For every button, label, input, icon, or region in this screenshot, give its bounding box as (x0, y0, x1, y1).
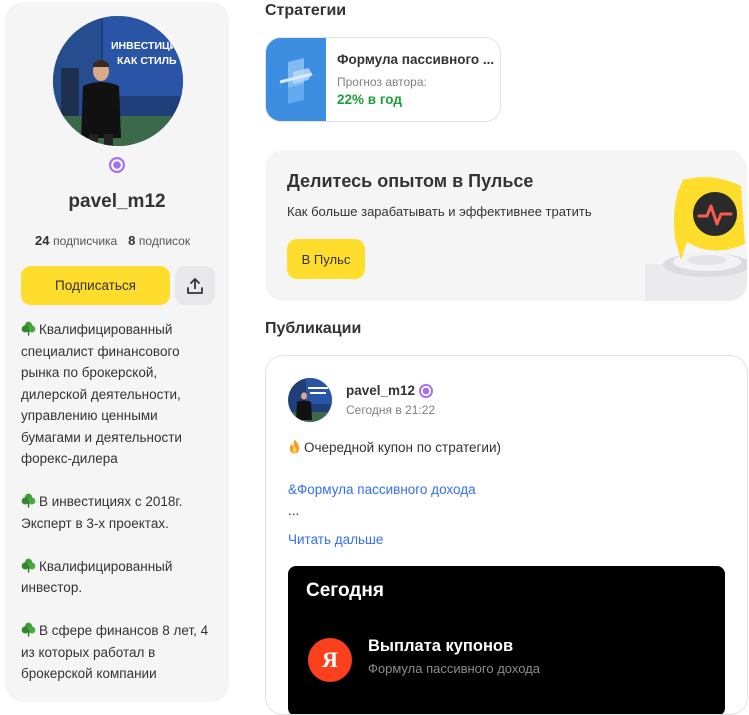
banner-text-line-1: ИНВЕСТИЦИ (111, 40, 177, 52)
subscribers-count[interactable]: 24 (35, 233, 49, 248)
bio-text: Квалифицированный инвестор. (21, 558, 173, 596)
strategy-thumbnail (266, 38, 326, 121)
strategy-name: Формула пассивного ... (337, 52, 495, 67)
bio-text: Квалифицированный специалист финансового… (21, 322, 182, 466)
verified-badge-icon (109, 157, 125, 173)
subscriptions-label[interactable]: подписок (139, 234, 190, 248)
strategy-card[interactable]: Формула пассивного ... Прогноз автора: 2… (265, 37, 501, 122)
profile-bio: Квалифицированный специалист финансового… (21, 319, 221, 706)
strategy-forecast-label: Прогноз автора: (337, 75, 427, 89)
bio-paragraph: В сфере финансов 8 лет, 4 из которых раб… (21, 620, 221, 685)
post-time: Сегодня в 21:22 (346, 403, 436, 417)
bio-paragraph: Квалифицированный инвестор. (21, 556, 221, 599)
post-author-avatar[interactable] (288, 378, 332, 422)
profile-username: pavel_m12 (68, 191, 166, 212)
pulse-promo-banner: Делитесь опытом в Пульсе Как больше зара… (265, 150, 747, 301)
bio-paragraph: В инвестициях с 2018г. Эксперт в 3-х про… (21, 491, 221, 534)
bio-text: В сфере финансов 8 лет, 4 из которых раб… (21, 623, 209, 681)
verified-badge-icon (419, 384, 433, 398)
coupon-card: Сегодня Я Выплата купонов Формула пассив… (288, 566, 725, 714)
clover-icon (21, 321, 36, 336)
strategy-logo-icon (266, 38, 326, 121)
clover-icon (21, 622, 36, 637)
post-text-content: Очередной купон по стратегии) (304, 440, 501, 455)
pulse-button[interactable]: В Пульс (287, 239, 365, 279)
subscribers-label[interactable]: подписчика (53, 234, 117, 248)
bio-text: В инвестициях с 2018г. Эксперт в 3-х про… (21, 494, 183, 531)
coupon-card-heading: Сегодня (306, 580, 384, 601)
fire-icon (289, 439, 300, 454)
publications-title: Публикации (265, 320, 362, 337)
share-icon (187, 277, 203, 294)
coupon-event-subtitle: Формула пассивного дохода (368, 661, 540, 676)
coupon-event-title: Выплата купонов (368, 637, 514, 655)
share-button[interactable] (175, 266, 215, 305)
post-author-name[interactable]: pavel_m12 (346, 383, 415, 398)
pulse-illustration-icon (645, 177, 747, 301)
strategy-forecast-value: 22% в год (337, 92, 402, 107)
clover-icon (21, 493, 36, 508)
clover-icon (21, 558, 36, 573)
post-card: pavel_m12 Сегодня в 21:22 Очередной купо… (265, 355, 748, 715)
bio-paragraph: Квалифицированный специалист финансового… (21, 319, 221, 470)
subscribe-button[interactable]: Подписаться (21, 266, 170, 305)
profile-avatar: ИНВЕСТИЦИ КАК СТИЛЬ (53, 16, 183, 146)
post-ellipsis: ... (288, 503, 300, 518)
post-text: Очередной купон по стратегии) (288, 439, 501, 455)
profile-card: ИНВЕСТИЦИ КАК СТИЛЬ pavel_m12 24 подписч… (5, 2, 229, 702)
promo-title: Делитесь опытом в Пульсе (287, 171, 534, 191)
subscriptions-count[interactable]: 8 (128, 233, 135, 248)
promo-text: Как больше зарабатывать и эффективнее тр… (287, 204, 592, 219)
banner-text-line-2: КАК СТИЛЬ (117, 55, 177, 67)
profile-stats: 24 подписчика 8 подписок (35, 233, 190, 248)
post-strategy-link[interactable]: &Формула пассивного дохода (288, 482, 476, 497)
strategies-title: Стратегии (265, 2, 347, 19)
read-more-link[interactable]: Читать дальше (288, 532, 383, 547)
yandex-logo-icon: Я (308, 638, 352, 682)
